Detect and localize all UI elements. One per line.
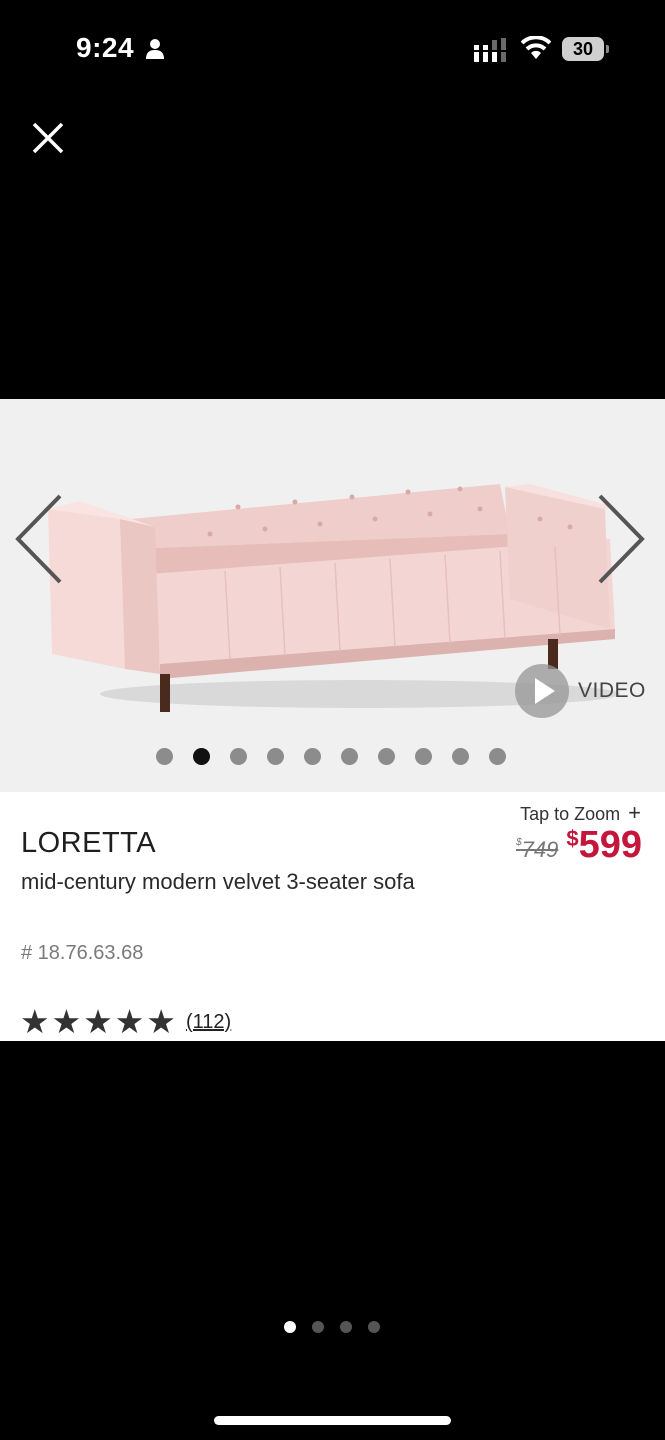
video-button[interactable]: VIDEO — [515, 664, 646, 718]
page-dot[interactable] — [284, 1321, 296, 1333]
status-time: 9:24 — [76, 32, 135, 63]
page-dot[interactable] — [340, 1321, 352, 1333]
product-image-carousel[interactable]: VIDEO — [0, 399, 665, 792]
tap-to-zoom[interactable]: Tap to Zoom + — [520, 800, 641, 826]
sale-price: $599 — [566, 824, 642, 867]
carousel-dot[interactable] — [193, 748, 210, 765]
carousel-dot[interactable] — [267, 748, 284, 765]
plus-icon: + — [628, 800, 641, 825]
price: $749 $599 — [516, 824, 642, 867]
product-name: mid-century modern velvet 3-seater sofa — [21, 869, 415, 894]
carousel-dot[interactable] — [230, 748, 247, 765]
carousel-dot[interactable] — [415, 748, 432, 765]
chevron-right-icon[interactable] — [598, 494, 648, 584]
tap-to-zoom-label: Tap to Zoom — [520, 804, 621, 824]
star-icon: ★ — [83, 1003, 113, 1040]
star-icon: ★ — [20, 1003, 50, 1040]
wifi-icon — [521, 36, 551, 59]
carousel-dot[interactable] — [489, 748, 506, 765]
chevron-left-icon[interactable] — [12, 494, 62, 584]
star-icon: ★ — [114, 1003, 145, 1040]
status-bar: 9:24 30 — [0, 0, 665, 100]
product-card: VIDEO Tap to Zoom + LORETTA mid-century m… — [0, 399, 665, 1041]
page-dot[interactable] — [368, 1321, 380, 1333]
play-icon — [515, 664, 569, 718]
person-icon — [146, 39, 164, 59]
star-icon: ★ — [51, 1003, 82, 1040]
product-rating: ★★★★★ (112) — [20, 1005, 231, 1038]
battery-cap — [606, 45, 609, 53]
carousel-dot[interactable] — [341, 748, 358, 765]
battery-indicator: 30 — [562, 37, 604, 61]
carousel-dot[interactable] — [452, 748, 469, 765]
product-sku: # 18.76.63.68 — [21, 942, 144, 964]
rating-stars: ★★★★★ — [20, 1005, 178, 1038]
original-price: $749 — [516, 837, 558, 863]
star-icon: ★ — [146, 1003, 176, 1040]
product-brand: LORETTA — [21, 827, 157, 859]
currency-symbol: $ — [566, 826, 579, 851]
sale-price-value: 599 — [578, 824, 642, 866]
carousel-dot[interactable] — [378, 748, 395, 765]
image-carousel-dots — [156, 748, 526, 765]
close-icon[interactable] — [28, 118, 68, 158]
page-dot[interactable] — [312, 1321, 324, 1333]
page-indicator — [284, 1321, 396, 1333]
carousel-dot[interactable] — [156, 748, 173, 765]
product-info: Tap to Zoom + LORETTA mid-century modern … — [0, 792, 665, 1041]
original-price-value: 749 — [521, 837, 559, 862]
signal-icon — [474, 38, 506, 62]
carousel-dot[interactable] — [304, 748, 321, 765]
home-indicator[interactable] — [214, 1416, 451, 1425]
review-count-link[interactable]: (112) — [186, 1011, 231, 1034]
video-label: VIDEO — [578, 679, 646, 702]
